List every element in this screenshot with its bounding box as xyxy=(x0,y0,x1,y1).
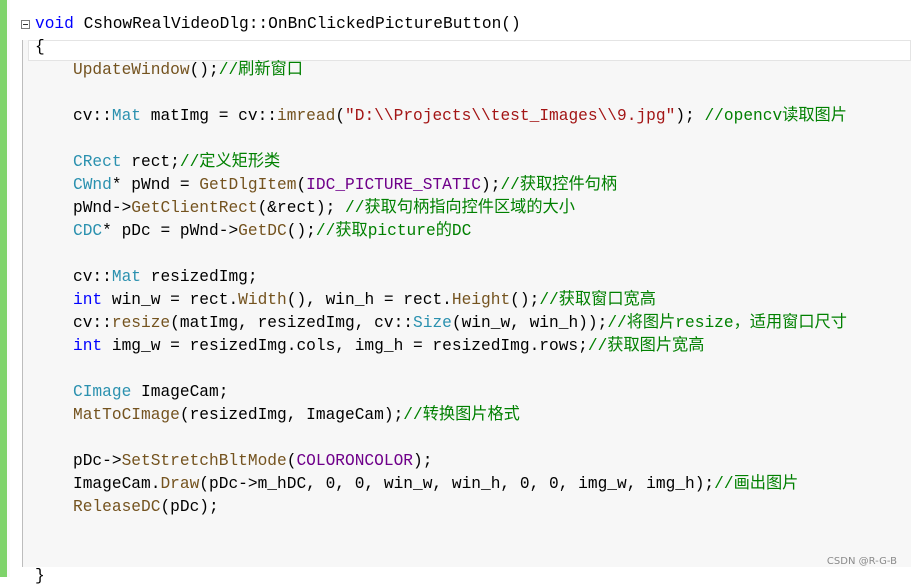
code-line-22: ReleaseDC(pDc); xyxy=(73,498,219,516)
code-line-9: pWnd->GetClientRect(&rect); //获取句柄指向控件区域… xyxy=(73,199,575,217)
code-line-15: int img_w = resizedImg.cols, img_h = res… xyxy=(73,337,705,355)
code-text[interactable]: void CshowRealVideoDlg::OnBnClickedPictu… xyxy=(35,13,847,588)
code-line-14: cv::resize(matImg, resizedImg, cv::Size(… xyxy=(73,314,847,332)
collapse-minus-icon[interactable] xyxy=(21,20,30,29)
code-line-17: CImage ImageCam; xyxy=(73,383,229,401)
code-line-20: pDc->SetStretchBltMode(COLORONCOLOR); xyxy=(73,452,433,470)
code-editor[interactable]: void CshowRealVideoDlg::OnBnClickedPictu… xyxy=(10,0,911,585)
code-line-5: cv::Mat matImg = cv::imread("D:\\Project… xyxy=(73,107,847,125)
code-line-3: UpdateWindow();//刷新窗口 xyxy=(73,61,303,79)
code-line-12: cv::Mat resizedImg; xyxy=(73,268,258,286)
code-line-21: ImageCam.Draw(pDc->m_hDC, 0, 0, win_w, w… xyxy=(73,475,799,493)
watermark: CSDN @R-G-B xyxy=(826,556,897,567)
code-line-2: { xyxy=(35,38,45,56)
code-line-18: MatToCImage(resizedImg, ImageCam);//转换图片… xyxy=(73,406,520,424)
code-line-10: CDC* pDc = pWnd->GetDC();//获取picture的DC xyxy=(73,222,472,240)
change-marker-gutter xyxy=(0,0,7,577)
code-line-7: CRect rect;//定义矩形类 xyxy=(73,153,281,171)
code-line-8: CWnd* pWnd = GetDlgItem(IDC_PICTURE_STAT… xyxy=(73,176,618,194)
code-line-13: int win_w = rect.Width(), win_h = rect.H… xyxy=(73,291,656,309)
code-line-1: void CshowRealVideoDlg::OnBnClickedPictu… xyxy=(35,15,521,33)
